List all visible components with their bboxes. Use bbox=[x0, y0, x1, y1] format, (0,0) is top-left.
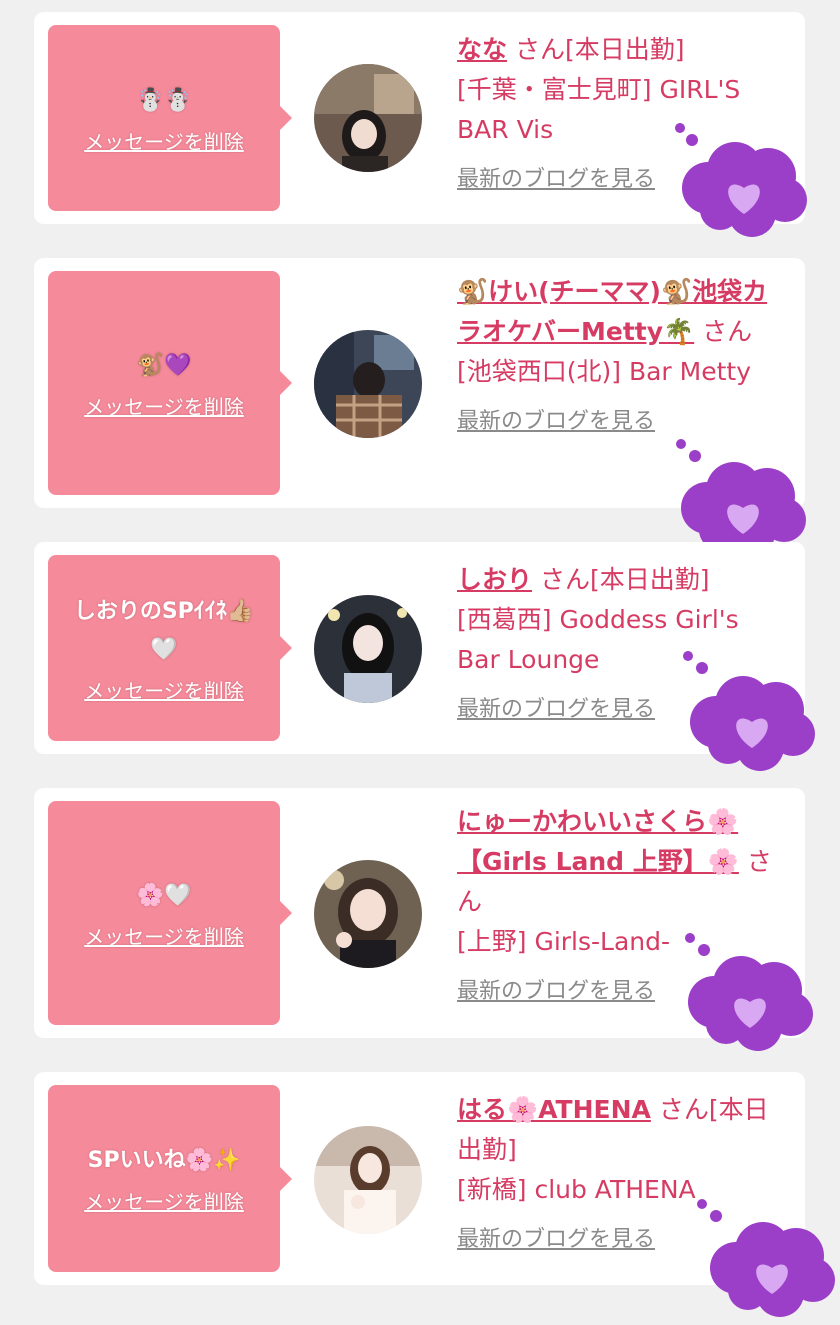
avatar[interactable] bbox=[314, 860, 422, 968]
message-list: ☃️☃️ メッセージを削除 なな さん[本日出勤] [千葉・富士見町] GIRL… bbox=[0, 0, 840, 1325]
message-card: ☃️☃️ メッセージを削除 なな さん[本日出勤] [千葉・富士見町] GIRL… bbox=[34, 12, 807, 237]
avatar[interactable] bbox=[314, 595, 422, 703]
purple-heart-cloud-sticker bbox=[685, 933, 813, 1051]
area-shop: [池袋西口(北)] Bar Metty bbox=[457, 357, 752, 386]
area-shop: [新橋] club ATHENA bbox=[457, 1175, 696, 1204]
delete-message-link[interactable]: メッセージを削除 bbox=[84, 391, 244, 420]
purple-heart-cloud-sticker bbox=[675, 123, 807, 237]
delete-message-link[interactable]: メッセージを削除 bbox=[84, 921, 244, 950]
girl-name-link[interactable]: はる🌸ATHENA bbox=[457, 1095, 651, 1124]
message-text: しおりのSPｲｲﾈ👍🏼🤍 bbox=[73, 598, 255, 662]
avatar[interactable] bbox=[314, 1126, 422, 1234]
message-bubble: ☃️☃️ メッセージを削除 bbox=[48, 25, 292, 211]
message-card: しおりのSPｲｲﾈ👍🏼🤍 メッセージを削除 しおり さん[本日出勤] [西葛西]… bbox=[34, 542, 815, 771]
area-shop: [上野] Girls-Land- bbox=[457, 927, 671, 956]
purple-heart-cloud-sticker bbox=[676, 439, 806, 557]
message-card: SPいいね🌸✨ メッセージを削除 はる🌸ATHENA さん[本日出勤] [新橋]… bbox=[34, 1072, 835, 1317]
latest-blog-link[interactable]: 最新のブログを見る bbox=[457, 160, 655, 200]
delete-message-link[interactable]: メッセージを削除 bbox=[84, 675, 244, 704]
avatar[interactable] bbox=[314, 64, 422, 172]
purple-heart-cloud-sticker bbox=[697, 1199, 835, 1317]
message-bubble: SPいいね🌸✨ メッセージを削除 bbox=[48, 1085, 292, 1272]
girl-name-link[interactable]: なな bbox=[457, 35, 507, 64]
purple-heart-cloud-sticker bbox=[683, 651, 815, 771]
name-suffix: さん bbox=[702, 317, 753, 346]
message-text: 🌸🤍 bbox=[136, 882, 192, 908]
message-card: 🐒💜 メッセージを削除 🐒けい(チーママ)🐒池袋カラオケバーMetty🌴 さん … bbox=[34, 258, 806, 557]
name-suffix: さん[本日出勤] bbox=[539, 565, 710, 594]
message-text: ☃️☃️ bbox=[136, 87, 192, 113]
girl-name-link[interactable]: しおり bbox=[457, 565, 532, 594]
message-bubble: 🌸🤍 メッセージを削除 bbox=[48, 801, 292, 1025]
message-card: 🌸🤍 メッセージを削除 にゅーかわいいさくら🌸【Girls Land 上野】🌸 … bbox=[34, 788, 813, 1051]
latest-blog-link[interactable]: 最新のブログを見る bbox=[457, 1220, 655, 1260]
avatar[interactable] bbox=[314, 330, 422, 438]
delete-message-link[interactable]: メッセージを削除 bbox=[84, 126, 244, 155]
delete-message-link[interactable]: メッセージを削除 bbox=[84, 1186, 244, 1215]
latest-blog-link[interactable]: 最新のブログを見る bbox=[457, 402, 655, 442]
name-suffix: さん[本日出勤] bbox=[514, 35, 685, 64]
message-text: 🐒💜 bbox=[136, 352, 192, 378]
girl-info: 🐒けい(チーママ)🐒池袋カラオケバーMetty🌴 さん [池袋西口(北)] Ba… bbox=[457, 272, 787, 442]
message-text: SPいいね🌸✨ bbox=[87, 1148, 241, 1173]
message-bubble: 🐒💜 メッセージを削除 bbox=[48, 271, 292, 495]
latest-blog-link[interactable]: 最新のブログを見る bbox=[457, 690, 655, 730]
latest-blog-link[interactable]: 最新のブログを見る bbox=[457, 972, 655, 1012]
girl-name-link[interactable]: にゅーかわいいさくら🌸【Girls Land 上野】🌸 bbox=[457, 807, 739, 876]
message-bubble: しおりのSPｲｲﾈ👍🏼🤍 メッセージを削除 bbox=[48, 555, 292, 741]
